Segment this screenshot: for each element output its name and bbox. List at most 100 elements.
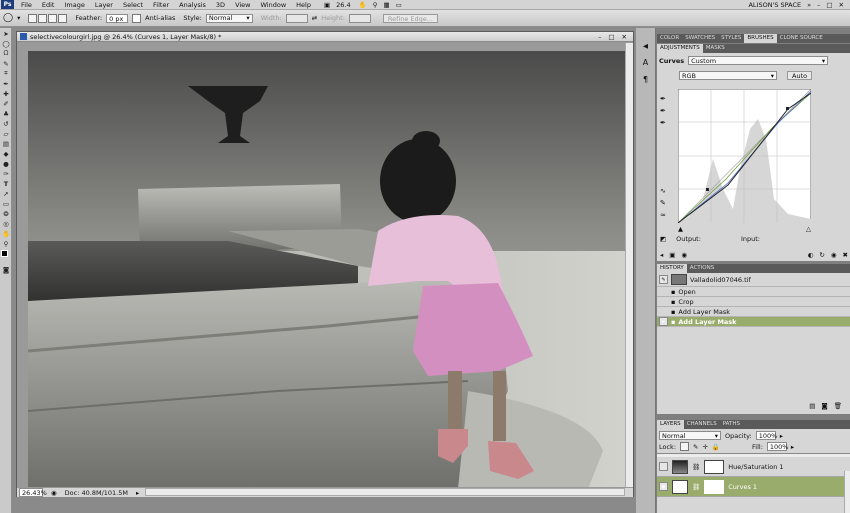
foreground-color-swatch[interactable]	[1, 250, 8, 257]
lasso-tool-icon[interactable]: ᘯ	[1, 49, 11, 58]
gradient-tool-icon[interactable]: ▤	[1, 139, 11, 148]
color-swatches[interactable]	[0, 250, 11, 264]
menu-help[interactable]: Help	[291, 1, 316, 9]
status-info-icon[interactable]: ◉	[51, 489, 57, 497]
history-brush-tool-icon[interactable]: ↺	[1, 119, 11, 128]
lock-transparency-icon[interactable]	[680, 442, 690, 451]
delete-state-icon[interactable]: 🗑	[834, 402, 842, 410]
blend-mode-select[interactable]: Normal ▾	[659, 431, 721, 440]
subtract-from-selection-icon[interactable]	[48, 13, 58, 23]
status-menu-arrow-icon[interactable]: ▸	[136, 489, 139, 497]
tab-layers[interactable]: LAYERS	[657, 420, 684, 429]
menu-view[interactable]: View	[230, 1, 255, 9]
sample-gray-point-icon[interactable]: ✒	[660, 105, 672, 117]
menu-filter[interactable]: Filter	[148, 1, 174, 9]
tab-masks[interactable]: MASKS	[703, 44, 728, 53]
shape-tool-icon[interactable]: ▭	[1, 199, 11, 208]
blur-tool-icon[interactable]: ◆	[1, 149, 11, 158]
preset-select[interactable]: Custom ▾	[688, 56, 829, 65]
workspace-switcher[interactable]: ALISON'S SPACE	[748, 1, 801, 9]
fill-input[interactable]: 100%	[766, 442, 788, 451]
tab-clone-source[interactable]: CLONE SOURCE	[777, 34, 826, 43]
menu-window[interactable]: Window	[256, 1, 292, 9]
character-panel-icon[interactable]: A	[636, 58, 655, 67]
layers-scrollbar[interactable]	[844, 471, 850, 513]
zoom-tool-icon[interactable]: ⚲	[1, 239, 11, 248]
tool-preset-chevron-icon[interactable]: ▾	[17, 14, 20, 22]
opacity-chevron-icon[interactable]: ▸	[780, 432, 783, 440]
panel-collapse-icon[interactable]: ◀	[636, 42, 655, 50]
menu-image[interactable]: Image	[59, 1, 89, 9]
maximize-icon[interactable]: □	[826, 1, 832, 9]
feather-input[interactable]: 0 px	[106, 13, 129, 23]
type-tool-icon[interactable]: T	[1, 179, 11, 188]
style-select[interactable]: Normal ▾	[205, 13, 253, 23]
history-item[interactable]: ▪ Open	[657, 287, 850, 297]
curve-point-mode-icon[interactable]: ∿	[660, 185, 672, 197]
healing-brush-tool-icon[interactable]: ✚	[1, 89, 11, 98]
delete-adjustment-icon[interactable]: ✖	[843, 251, 848, 259]
zoom-icon[interactable]: ⚲	[373, 1, 378, 9]
layer-mask-link-icon[interactable]: ⛓	[692, 463, 700, 471]
clone-stamp-tool-icon[interactable]: ♣	[1, 109, 11, 118]
tab-swatches[interactable]: SWATCHES	[682, 34, 718, 43]
clip-to-layer-icon[interactable]: ◉	[681, 251, 687, 259]
height-input[interactable]	[348, 13, 371, 23]
lock-all-icon[interactable]: 🔒	[712, 443, 720, 451]
arrange-documents-icon[interactable]: ▦	[383, 1, 389, 9]
zoom-field[interactable]: 26.43%	[19, 488, 47, 497]
quick-selection-tool-icon[interactable]: ✎	[1, 59, 11, 68]
eraser-tool-icon[interactable]: ▱	[1, 129, 11, 138]
curve-point[interactable]	[786, 107, 789, 110]
tab-paths[interactable]: PATHS	[720, 420, 743, 429]
layer-visibility-toggle[interactable]	[659, 462, 668, 471]
width-input[interactable]	[285, 13, 308, 23]
move-tool-icon[interactable]: ➤	[1, 29, 11, 38]
layer-name[interactable]: Hue/Saturation 1	[728, 463, 783, 471]
image-canvas[interactable]	[28, 51, 625, 489]
menu-analysis[interactable]: Analysis	[174, 1, 211, 9]
minimize-icon[interactable]: –	[817, 1, 820, 9]
dodge-tool-icon[interactable]: ●	[1, 159, 11, 168]
history-item-active[interactable]: ▸ ▪ Add Layer Mask	[657, 317, 850, 327]
tab-history[interactable]: HISTORY	[657, 264, 687, 273]
history-item[interactable]: ▪ Crop	[657, 297, 850, 307]
doc-maximize-icon[interactable]: □	[608, 33, 614, 41]
close-icon[interactable]: ✕	[839, 1, 844, 9]
new-snapshot-icon[interactable]: ◙	[821, 402, 827, 410]
marquee-tool-icon[interactable]: ◯	[1, 39, 11, 48]
menu-file[interactable]: File	[16, 1, 37, 9]
add-to-selection-icon[interactable]	[38, 13, 48, 23]
black-point-slider-icon[interactable]: ▲	[678, 225, 683, 233]
new-selection-icon[interactable]	[28, 13, 38, 23]
brush-tool-icon[interactable]: ✐	[1, 99, 11, 108]
pen-tool-icon[interactable]: ✑	[1, 169, 11, 178]
menu-select[interactable]: Select	[118, 1, 148, 9]
sample-white-point-icon[interactable]: ✒	[660, 117, 672, 129]
smooth-curve-icon[interactable]: ≈	[660, 209, 672, 221]
intersect-selection-icon[interactable]	[58, 13, 68, 23]
expanded-view-icon[interactable]: ▣	[669, 251, 675, 259]
show-clipping-icon[interactable]: ◩	[660, 235, 666, 243]
reset-icon[interactable]: ↻	[819, 251, 824, 259]
layer-row[interactable]: ⛓ Hue/Saturation 1	[657, 457, 850, 477]
sample-black-point-icon[interactable]: ✒	[660, 93, 672, 105]
marquee-tool-preset-icon[interactable]: ◯	[3, 13, 13, 23]
white-point-slider-icon[interactable]: △	[806, 225, 811, 233]
hand-tool-icon[interactable]: ✋	[1, 229, 11, 238]
zoom-level-readout[interactable]: 26.4	[336, 1, 350, 9]
document-title-bar[interactable]: selectivecolourgirl.jpg @ 26.4% (Curves …	[17, 32, 633, 42]
lock-image-icon[interactable]: ✎	[693, 443, 698, 451]
visibility-eye-icon[interactable]: ◉	[831, 251, 837, 259]
crop-tool-icon[interactable]: ⌗	[1, 69, 11, 78]
curve-point[interactable]	[706, 188, 709, 191]
eyedropper-tool-icon[interactable]: ✒	[1, 79, 11, 88]
quick-mask-icon[interactable]: ◙	[1, 265, 11, 274]
refine-edge-button[interactable]: Refine Edge...	[382, 13, 438, 23]
vertical-scrollbar[interactable]	[625, 43, 633, 487]
menu-edit[interactable]: Edit	[37, 1, 60, 9]
lock-position-icon[interactable]: ✛	[702, 443, 707, 451]
tab-color[interactable]: COLOR	[657, 34, 682, 43]
menu-layer[interactable]: Layer	[90, 1, 118, 9]
channel-select[interactable]: RGB ▾	[679, 71, 777, 80]
